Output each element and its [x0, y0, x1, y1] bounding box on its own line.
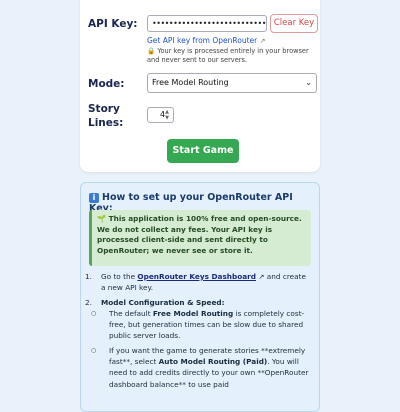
game-settings-card: API Key: •••••••••••••••••••••••••••••••…: [80, 0, 320, 172]
get-api-key-link[interactable]: Get API key from OpenRouter ↗: [147, 36, 266, 45]
step-1: 1. Go to the OpenRouter Keys Dashboard ↗…: [85, 272, 306, 293]
chevron-down-icon: ⌄: [305, 78, 312, 87]
free-open-source-note: 🌱 This application is 100% free and open…: [89, 210, 311, 266]
bullet-2-bold: Auto Model Routing (Paid): [158, 357, 268, 367]
step-2-title: Model Configuration & Speed:: [101, 297, 225, 307]
privacy-note-text: Your key is processed entirely in your b…: [147, 47, 309, 64]
bullet-1-prefix: The default: [109, 308, 151, 318]
story-lines-label-line2: Lines:: [88, 117, 124, 129]
mode-label: Mode:: [88, 78, 125, 90]
story-lines-input[interactable]: 4 ▲ ▼: [147, 107, 174, 123]
api-key-input[interactable]: ••••••••••••••••••••••••••••••••••••••: [147, 15, 267, 32]
lock-icon: 🔒: [147, 47, 156, 55]
story-lines-label-line1: Story: [88, 103, 120, 115]
openrouter-keys-dashboard-link[interactable]: OpenRouter Keys Dashboard: [137, 272, 256, 281]
setup-steps-list: 1. Go to the OpenRouter Keys Dashboard ↗…: [85, 271, 311, 390]
seedling-icon: 🌱: [97, 214, 107, 223]
setup-instructions-panel: i How to set up your OpenRouter API Key: …: [80, 182, 320, 412]
start-game-button[interactable]: Start Game: [167, 139, 239, 163]
external-link-icon: ↗: [259, 37, 266, 45]
privacy-note: 🔒 Your key is processed entirely in your…: [147, 47, 319, 65]
step-2-bullet-1: ○ The default Free Model Routing is comp…: [91, 308, 305, 341]
free-open-source-note-text: This application is 100% free and open-s…: [97, 214, 302, 255]
api-key-label: API Key:: [88, 18, 138, 30]
clear-key-button[interactable]: Clear Key: [270, 14, 318, 33]
external-link-icon: ↗: [258, 272, 265, 281]
get-api-key-link-text[interactable]: Get API key from OpenRouter: [147, 36, 257, 45]
bullet-1-bold: Free Model Routing: [152, 308, 234, 318]
mode-select[interactable]: Free Model Routing ⌄: [147, 73, 317, 93]
step-1-prefix: Go to the: [101, 272, 136, 281]
mode-selected-value: Free Model Routing: [152, 78, 229, 87]
number-spinner-icon[interactable]: ▲ ▼: [163, 109, 171, 121]
step-2-bullet-2: ○ If you want the game to generate stori…: [91, 345, 309, 389]
step-2: 2. Model Configuration & Speed:: [85, 297, 225, 307]
main-column: API Key: •••••••••••••••••••••••••••••••…: [80, 0, 320, 412]
info-icon: i: [89, 193, 99, 203]
